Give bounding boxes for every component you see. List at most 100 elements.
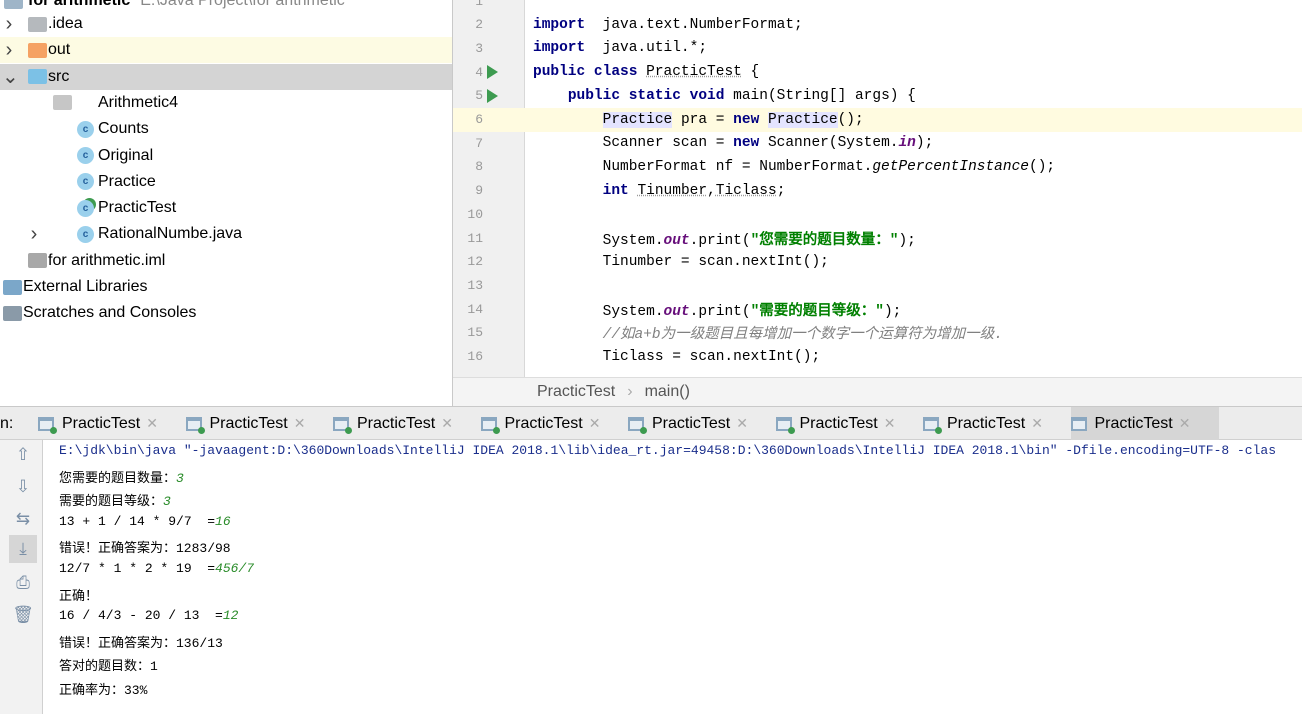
trash-icon[interactable]: 🗑 xyxy=(12,604,34,626)
code-line[interactable]: 13 xyxy=(453,273,1302,297)
down-arrow-icon[interactable]: ⇩ xyxy=(12,476,34,498)
code-line[interactable]: 14 System.out.print("需要的题目等级："); xyxy=(453,297,1302,321)
code-line[interactable]: 15 //如a+b为一级题目且每增加一个数字一个运算符为增加一级. xyxy=(453,321,1302,345)
close-icon[interactable]: ✕ xyxy=(589,415,601,432)
tree-item[interactable]: Scratches and Consoles xyxy=(0,300,452,326)
console-text: 3 xyxy=(163,494,171,510)
code-text: System.out.print("需要的题目等级："); xyxy=(533,299,902,320)
tree-item[interactable]: for arithmetic.iml xyxy=(0,248,452,274)
tree-item[interactable]: c PracticTest xyxy=(0,195,452,221)
run-tab[interactable]: PracticTest ✕ xyxy=(333,407,481,440)
code-token: "需要的题目等级：" xyxy=(750,303,884,320)
tab-label: PracticTest xyxy=(357,414,436,432)
run-gutter-icon[interactable] xyxy=(487,88,498,103)
tree-item[interactable]: External Libraries xyxy=(0,274,452,300)
run-tab[interactable]: PracticTest ✕ xyxy=(923,407,1071,440)
project-path: E:\Java Project\for arithmetic xyxy=(140,0,345,9)
line-number: 16 xyxy=(467,349,483,364)
tree-item[interactable]: c Counts xyxy=(0,116,452,142)
package-icon xyxy=(53,95,72,111)
tree-item-label: src xyxy=(48,67,70,85)
code-line[interactable]: 11 System.out.print("您需要的题目数量："); xyxy=(453,226,1302,250)
line-number: 8 xyxy=(475,159,483,175)
tree-item-label: PracticTest xyxy=(98,199,177,217)
chevron-right-icon[interactable]: › xyxy=(2,13,16,36)
tree-item-label: Counts xyxy=(98,120,149,138)
code-line[interactable]: 12 Tinumber = scan.nextInt(); xyxy=(453,250,1302,274)
tree-item[interactable]: › c RationalNumbe.java xyxy=(0,221,452,247)
code-text: import java.text.NumberFormat; xyxy=(533,17,803,33)
code-token: Scanner scan = xyxy=(533,135,734,152)
console-line: 错误！正确答案为：136/13 xyxy=(59,632,223,651)
breadcrumb-method[interactable]: main() xyxy=(645,383,690,401)
breadcrumb-separator-icon: › xyxy=(627,383,633,400)
up-arrow-icon[interactable]: ⇧ xyxy=(12,444,34,466)
folder-gray-icon xyxy=(28,16,47,32)
tab-label: PracticTest xyxy=(62,414,141,432)
close-icon[interactable]: ✕ xyxy=(1179,415,1191,432)
soft-wrap-icon[interactable]: ⇆ xyxy=(12,508,34,530)
tree-item[interactable]: › out xyxy=(0,37,452,64)
console-text: 正确率为：33% xyxy=(59,683,148,698)
tree-item[interactable]: c Practice xyxy=(0,169,452,195)
console-line: 需要的题目等级：3 xyxy=(59,490,171,509)
code-line[interactable]: 7 Scanner scan = new Scanner(System.in); xyxy=(453,131,1302,155)
chevron-right-icon[interactable]: › xyxy=(27,223,41,246)
code-token: int xyxy=(602,182,629,199)
console-text: 456/7 xyxy=(215,561,255,576)
code-token: pra = xyxy=(672,111,734,128)
scroll-to-end-icon[interactable]: ⤓ xyxy=(9,535,37,563)
folder-orange-icon xyxy=(28,42,47,58)
close-icon[interactable]: ✕ xyxy=(1031,415,1043,432)
close-icon[interactable]: ✕ xyxy=(294,415,306,432)
breadcrumb-class[interactable]: PracticTest xyxy=(537,383,615,401)
print-icon[interactable]: ⎙ xyxy=(12,572,34,594)
run-tab[interactable]: PracticTest ✕ xyxy=(185,407,334,440)
close-icon[interactable]: ✕ xyxy=(146,415,158,432)
code-token: Tinumber xyxy=(637,182,708,199)
run-tab[interactable]: PracticTest ✕ xyxy=(775,407,924,440)
code-line[interactable]: 9 int Tinumber,Ticlass; xyxy=(453,179,1302,203)
chevron-right-icon[interactable]: › xyxy=(2,39,16,62)
tree-item[interactable]: c Original xyxy=(0,143,452,169)
code-line[interactable]: 16 Ticlass = scan.nextInt(); xyxy=(453,345,1302,369)
code-line[interactable]: 4 public class PracticTest { xyxy=(453,60,1302,84)
code-line[interactable]: 6 Practice pra = new Practice(); xyxy=(453,107,1302,132)
close-icon[interactable]: ✕ xyxy=(884,415,896,432)
run-tab[interactable]: PracticTest ✕ xyxy=(1070,407,1219,440)
code-line[interactable]: 2 import java.text.NumberFormat; xyxy=(453,13,1302,37)
close-icon[interactable]: ✕ xyxy=(441,415,453,432)
line-number: 5 xyxy=(475,88,483,104)
tree-item[interactable]: › .idea xyxy=(0,11,452,37)
tab-label: PracticTest xyxy=(504,414,583,432)
close-icon[interactable]: ✕ xyxy=(736,415,748,432)
run-tab[interactable]: PracticTest ✕ xyxy=(38,407,186,440)
code-editor[interactable]: 1 2 import java.text.NumberFormat; 3 import … xyxy=(453,0,1302,377)
console-line: 12/7 * 1 * 2 * 19 =456/7 xyxy=(59,561,254,576)
console-text: 您需要的题目数量： xyxy=(59,470,177,486)
run-console[interactable]: ⇧ ⇩ ⇆ ⤓ ⎙ 🗑 E:\jdk\bin\java "-javaagent:D:\36… xyxy=(0,440,1302,714)
tree-item[interactable]: ⌄ src xyxy=(0,63,452,90)
line-number: 6 xyxy=(453,112,483,127)
run-config-icon xyxy=(185,416,205,434)
run-gutter-icon[interactable] xyxy=(487,65,498,80)
code-line[interactable]: 8 NumberFormat nf = NumberFormat.getPerc… xyxy=(453,155,1302,179)
code-line[interactable]: 5 public static void main(String[] args)… xyxy=(453,84,1302,108)
run-tab[interactable]: PracticTest ✕ xyxy=(480,407,629,440)
chevron-down-icon[interactable]: ⌄ xyxy=(2,64,19,89)
tree-item-label: for arithmetic.iml xyxy=(48,251,166,269)
code-line[interactable]: 10 xyxy=(453,202,1302,226)
run-tab[interactable]: PracticTest ✕ xyxy=(628,407,776,440)
run-config-icon xyxy=(923,416,942,434)
tree-item-label: out xyxy=(48,41,71,59)
line-number: 10 xyxy=(467,206,483,222)
code-token: ); xyxy=(883,303,902,320)
code-token: import xyxy=(533,40,586,57)
code-line[interactable]: 3 import java.util.*; xyxy=(453,36,1302,60)
code-text: Tinumber = scan.nextInt(); xyxy=(533,254,829,270)
code-token: out xyxy=(663,303,690,320)
console-text: 12/7 * 1 * 2 * 19 = xyxy=(59,561,216,576)
code-line[interactable]: 1 xyxy=(453,0,1302,13)
tree-item[interactable]: Arithmetic4 xyxy=(0,90,452,116)
